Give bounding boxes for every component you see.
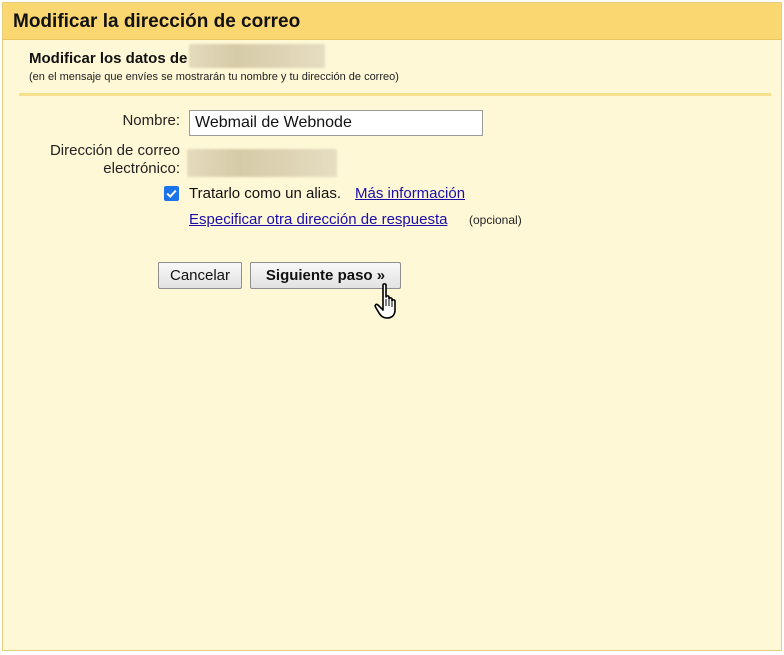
cancel-button[interactable]: Cancelar xyxy=(158,262,242,289)
name-input[interactable] xyxy=(189,110,483,136)
subheading-text: Modificar los datos de xyxy=(29,50,188,67)
alias-label: Tratarlo como un alias. xyxy=(189,185,342,202)
subheading: Modificar los datos de xyxy=(29,44,326,69)
edit-email-dialog: Modificar la dirección de correo Modific… xyxy=(2,2,782,651)
optional-note: (opcional) xyxy=(469,213,522,227)
alias-checkbox[interactable] xyxy=(164,186,179,201)
checkmark-icon xyxy=(166,189,177,199)
divider xyxy=(19,93,771,96)
subheading-note: (en el mensaje que envíes se mostrarán t… xyxy=(29,71,399,83)
redacted-email xyxy=(189,44,326,69)
email-address-label-line1: Dirección de correo xyxy=(49,142,180,159)
name-label: Nombre: xyxy=(122,112,180,129)
dialog-title: Modificar la dirección de correo xyxy=(13,11,301,32)
redacted-email-address xyxy=(187,149,337,177)
email-address-label: Dirección de correo electrónico: xyxy=(10,142,180,178)
more-info-link[interactable]: Más información xyxy=(355,185,465,202)
reply-to-link[interactable]: Especificar otra dirección de respuesta xyxy=(189,211,447,228)
email-address-label-line2: electrónico: xyxy=(103,160,180,177)
hand-pointer-icon xyxy=(374,283,396,319)
